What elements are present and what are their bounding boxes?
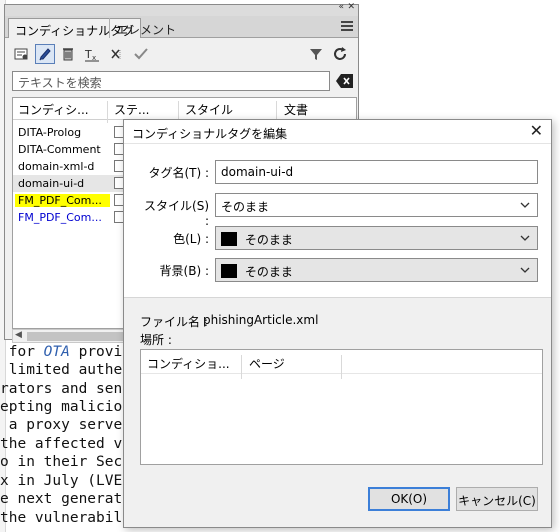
tab-elements[interactable]: エレメント xyxy=(109,18,182,38)
doc-line-2: limited authent xyxy=(0,362,140,378)
background-swatch xyxy=(221,264,237,278)
doc-line-5: a proxy server xyxy=(0,417,131,433)
panel-toolbar: Tx xyxy=(5,39,358,69)
svg-text:T: T xyxy=(84,48,92,61)
panel-tabs: コンディショナルタグ エレメント xyxy=(5,16,358,38)
background-label: 背景(B) : xyxy=(159,264,209,278)
panel-titlebar[interactable]: « ✕ xyxy=(5,2,358,16)
tags-table-header: コンディシ... ステ... スタイル 文書 xyxy=(13,98,356,123)
col-page[interactable]: ページ xyxy=(249,355,285,372)
tag-name: DITA-Prolog xyxy=(18,126,82,139)
doc-line-1: for OTA provis xyxy=(0,344,131,360)
location-table: コンディショ... ページ xyxy=(140,349,543,465)
doc-line-8: x in July (LVE-S xyxy=(0,473,140,489)
tag-name: DITA-Comment xyxy=(18,143,101,156)
dialog-fields-area: タグ名(T) : domain-ui-d スタイル(S) : そのまま 色(L)… xyxy=(124,144,551,298)
cancel-button[interactable]: キャンセル(C) xyxy=(456,487,538,511)
text-format-icon[interactable]: Tx xyxy=(82,44,102,64)
clear-search-icon[interactable] xyxy=(336,73,354,89)
tag-name-label: タグ名(T) : xyxy=(148,166,209,180)
color-select[interactable]: そのまま xyxy=(215,226,538,250)
tag-name-field[interactable]: domain-ui-d xyxy=(215,160,538,184)
close-icon[interactable]: ✕ xyxy=(347,2,355,12)
col-status[interactable]: ステ... xyxy=(114,101,149,118)
doc-line-4: epting malicious xyxy=(0,399,140,415)
style-select-value: そのまま xyxy=(221,200,270,214)
color-select-value: そのまま xyxy=(244,233,293,247)
chevron-down-icon xyxy=(520,267,530,273)
emphasized-term: OTA xyxy=(43,344,70,360)
style-select[interactable]: そのまま xyxy=(215,193,538,217)
color-label: 色(L) : xyxy=(173,232,209,246)
scroll-left-icon[interactable]: ◀ xyxy=(15,330,22,340)
collapse-icon[interactable]: « xyxy=(338,2,344,12)
scrollbar-thumb[interactable] xyxy=(27,332,132,341)
chevron-down-icon xyxy=(520,202,530,208)
col-document[interactable]: 文書 xyxy=(284,101,308,118)
tag-name: FM_PDF_Com... xyxy=(18,211,102,224)
filename-value: phishingArticle.xml xyxy=(203,313,319,327)
tag-name: domain-ui-d xyxy=(18,177,85,190)
delete-icon[interactable] xyxy=(58,44,78,64)
doc-line-9: e next generatio xyxy=(0,491,140,507)
edit-conditional-tag-dialog: コンディショナルタグを編集 ✕ タグ名(T) : domain-ui-d スタイ… xyxy=(123,119,552,528)
color-swatch xyxy=(221,232,237,246)
dialog-title: コンディショナルタグを編集 xyxy=(132,127,288,141)
background-select[interactable]: そのまま xyxy=(215,258,538,282)
col-condition[interactable]: コンディシ... xyxy=(18,101,89,118)
dialog-titlebar[interactable]: コンディショナルタグを編集 ✕ xyxy=(124,120,551,144)
filename-label: ファイル名 : xyxy=(140,315,208,329)
tag-name: domain-xml-d xyxy=(18,160,95,173)
remove-tag-icon[interactable] xyxy=(107,44,127,64)
apply-check-icon[interactable] xyxy=(131,44,151,64)
tag-name: FM_PDF_Com... xyxy=(15,194,110,207)
doc-line-7: o in their Secur xyxy=(0,454,140,470)
search-input[interactable]: テキストを検索 xyxy=(12,71,330,91)
col-style[interactable]: スタイル xyxy=(185,101,233,118)
refresh-icon[interactable] xyxy=(330,44,350,64)
background-select-value: そのまま xyxy=(244,265,293,279)
style-label: スタイル(S) : xyxy=(144,199,209,228)
panel-menu-icon[interactable] xyxy=(341,21,353,31)
new-tag-icon[interactable] xyxy=(11,44,31,64)
close-icon[interactable]: ✕ xyxy=(530,121,543,140)
filter-icon[interactable] xyxy=(306,44,326,64)
location-table-header: コンディショ... ページ xyxy=(141,350,542,379)
doc-line-6: the affected ve xyxy=(0,436,131,452)
ok-button[interactable]: OK(O) xyxy=(368,487,450,511)
col-condition[interactable]: コンディショ... xyxy=(147,355,230,372)
location-label: 場所 : xyxy=(140,333,172,347)
edit-pencil-icon[interactable] xyxy=(35,44,55,64)
chevron-down-icon xyxy=(520,235,530,241)
